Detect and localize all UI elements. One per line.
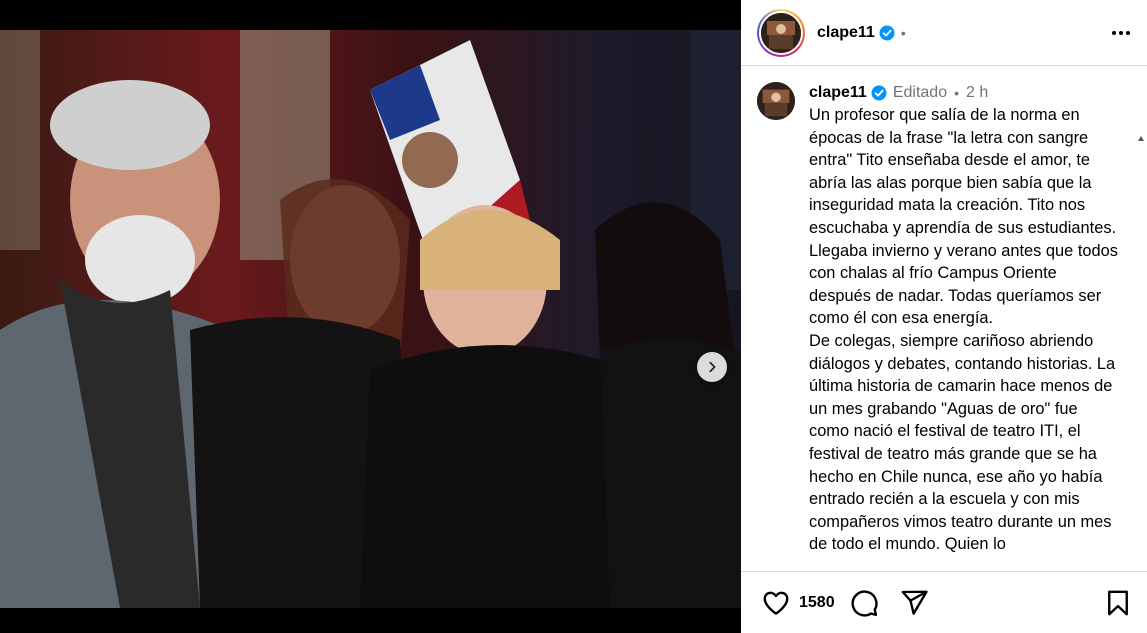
avatar-picture bbox=[757, 82, 795, 120]
comment-button[interactable] bbox=[849, 588, 879, 618]
caption-body: clape11 Editado • 2 h Un profesor que sa… bbox=[809, 82, 1119, 556]
paper-plane-icon bbox=[901, 590, 928, 615]
instagram-post-view: clape11 • clape11 Editado • 2 h Un profe… bbox=[0, 0, 1147, 633]
save-button[interactable] bbox=[1103, 588, 1133, 618]
post-photo[interactable] bbox=[0, 30, 741, 608]
likes-count[interactable]: 1580 bbox=[799, 594, 835, 612]
post-caption: clape11 Editado • 2 h Un profesor que sa… bbox=[741, 66, 1147, 556]
comments-area[interactable]: clape11 Editado • 2 h Un profesor que sa… bbox=[741, 66, 1147, 571]
post-actions-bar: 1580 bbox=[741, 571, 1147, 633]
more-options-button[interactable] bbox=[1109, 21, 1133, 45]
avatar-picture bbox=[761, 12, 801, 53]
chevron-right-icon bbox=[709, 361, 716, 373]
caption-username[interactable]: clape11 bbox=[809, 84, 867, 102]
next-photo-button[interactable] bbox=[697, 352, 727, 382]
post-timestamp[interactable]: 2 h bbox=[966, 84, 988, 102]
caption-separator: • bbox=[954, 85, 959, 101]
post-header: clape11 • bbox=[741, 0, 1147, 66]
post-side-panel: clape11 • clape11 Editado • 2 h Un profe… bbox=[741, 0, 1147, 633]
photo-illustration bbox=[0, 30, 741, 608]
verified-badge-icon bbox=[871, 85, 887, 101]
verified-badge-icon bbox=[879, 25, 895, 40]
heart-icon bbox=[763, 591, 789, 615]
caption-text: Un profesor que salía de la norma en épo… bbox=[809, 106, 1118, 554]
avatar-image bbox=[759, 10, 803, 55]
caption-author-avatar[interactable] bbox=[757, 82, 795, 120]
edited-label: Editado bbox=[892, 84, 948, 101]
post-media bbox=[0, 0, 741, 633]
share-button[interactable] bbox=[899, 588, 929, 618]
author-username[interactable]: clape11 bbox=[817, 24, 875, 42]
header-separator: • bbox=[900, 24, 906, 41]
scroll-up-arrow-icon[interactable] bbox=[1138, 136, 1144, 141]
more-horizontal-icon bbox=[1112, 30, 1130, 35]
like-button[interactable] bbox=[761, 588, 791, 618]
caption-header: clape11 Editado • 2 h bbox=[809, 82, 1119, 104]
comment-bubble-icon bbox=[851, 589, 878, 617]
bookmark-icon bbox=[1108, 590, 1128, 615]
author-avatar[interactable] bbox=[757, 8, 805, 57]
